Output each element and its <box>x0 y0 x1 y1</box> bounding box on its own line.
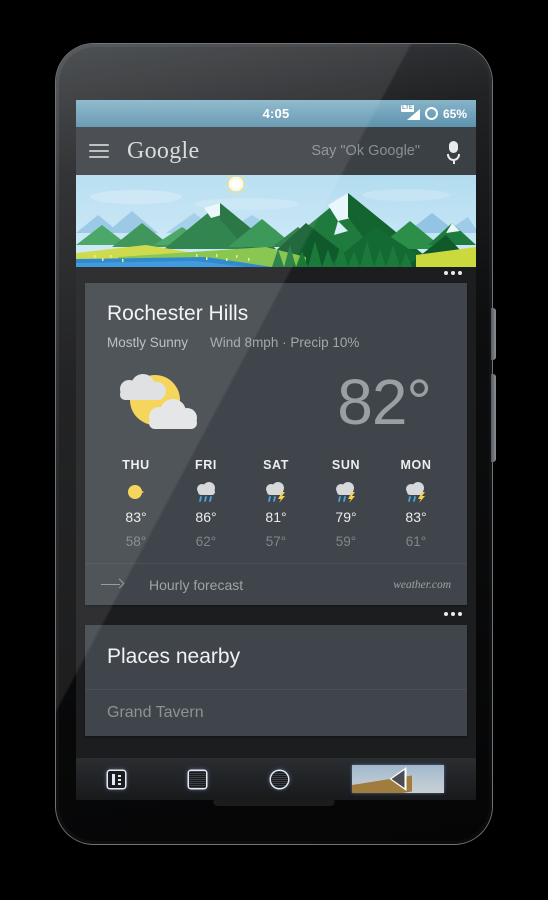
forecast-day-label: SUN <box>331 458 361 472</box>
forecast-high: 83° <box>405 509 427 525</box>
weather-attribution[interactable]: weather.com <box>393 579 451 591</box>
thunderstorm-icon <box>241 479 311 505</box>
forecast-low: 61° <box>405 534 427 549</box>
forecast-day: FRI 86° 62° <box>171 458 241 549</box>
places-card-overflow-row <box>76 605 476 625</box>
arrow-right-icon <box>101 578 125 592</box>
forecast-low: 58° <box>125 534 147 549</box>
google-logo-text: Google <box>127 137 200 164</box>
hourly-forecast-label: Hourly forecast <box>149 576 244 593</box>
volume-button[interactable] <box>491 374 496 462</box>
places-nearby-title: Places nearby <box>107 645 241 668</box>
places-nearby-card[interactable]: Places nearby Grand Tavern <box>85 625 467 736</box>
screenshot-root: 4:05 LTE 65% Google Say "Ok Google" Roch… <box>0 0 548 900</box>
status-bar: 4:05 LTE 65% <box>76 100 476 127</box>
weather-location: Rochester Hills <box>107 302 249 325</box>
rain-cloud-icon <box>171 479 241 505</box>
android-navigation-bar <box>76 758 476 800</box>
forecast-day-label: SAT <box>263 458 289 472</box>
thunderstorm-icon <box>311 479 381 505</box>
mountain-landscape-illustration <box>76 175 476 267</box>
forecast-high: 79° <box>335 509 357 525</box>
current-temperature: 82° <box>337 366 432 438</box>
overflow-dots-icon[interactable] <box>444 271 462 275</box>
weather-subline: Mostly Sunny Wind 8mph · Precip 10% <box>85 326 467 350</box>
sun-icon <box>101 479 171 505</box>
thunderstorm-icon <box>381 479 451 505</box>
list-item[interactable]: Grand Tavern <box>85 690 467 736</box>
ok-google-hint[interactable]: Say "Ok Google" <box>311 143 420 159</box>
forecast-low: 62° <box>195 534 217 549</box>
back-triangle-icon[interactable] <box>351 765 444 793</box>
square-button-icon[interactable] <box>189 770 207 788</box>
weather-condition: Mostly Sunny <box>107 335 189 350</box>
forecast-low: 59° <box>335 534 357 549</box>
weather-details: Wind 8mph · Precip 10% <box>210 335 360 350</box>
forecast-row: THU 83° 58° FRI 86° 62° SAT 81° 57° SUN … <box>85 448 467 563</box>
forecast-high: 83° <box>125 509 147 525</box>
forecast-day-label: MON <box>400 458 432 472</box>
weather-current-row: 82° <box>85 350 467 448</box>
forecast-high: 86° <box>195 509 217 525</box>
recent-apps-icon[interactable] <box>108 770 126 788</box>
forecast-day: THU 83° 58° <box>101 458 171 549</box>
forecast-low: 57° <box>265 534 287 549</box>
forecast-high: 81° <box>265 509 287 525</box>
circle-button-icon[interactable] <box>270 770 288 788</box>
forecast-day-label: FRI <box>195 458 217 472</box>
battery-ring-icon <box>424 107 438 120</box>
forecast-day-label: THU <box>122 458 150 472</box>
signal-triangle <box>406 109 420 120</box>
battery-percent-label: 65% <box>442 106 467 121</box>
power-button[interactable] <box>491 308 496 360</box>
hourly-forecast-row[interactable]: Hourly forecast weather.com <box>85 563 467 605</box>
google-search-bar[interactable]: Google Say "Ok Google" <box>76 127 476 175</box>
forecast-day: MON 83° 61° <box>381 458 451 549</box>
sun-behind-clouds-icon <box>120 374 197 429</box>
forecast-day: SAT 81° 57° <box>241 458 311 549</box>
cards-container: Rochester Hills Mostly Sunny Wind 8mph ·… <box>76 267 476 736</box>
hamburger-menu-icon[interactable] <box>89 144 109 158</box>
overflow-dots-icon[interactable] <box>444 612 462 616</box>
status-icons: LTE 65% <box>400 105 467 121</box>
weather-card[interactable]: Rochester Hills Mostly Sunny Wind 8mph ·… <box>85 283 467 605</box>
forecast-day: SUN 79° 59° <box>311 458 381 549</box>
signal-bars-icon: LTE <box>400 105 420 121</box>
landscape-svg <box>76 175 476 267</box>
phone-screen: 4:05 LTE 65% Google Say "Ok Google" Roch… <box>76 100 476 800</box>
microphone-icon[interactable] <box>447 141 460 164</box>
weather-card-overflow-row <box>76 267 476 283</box>
